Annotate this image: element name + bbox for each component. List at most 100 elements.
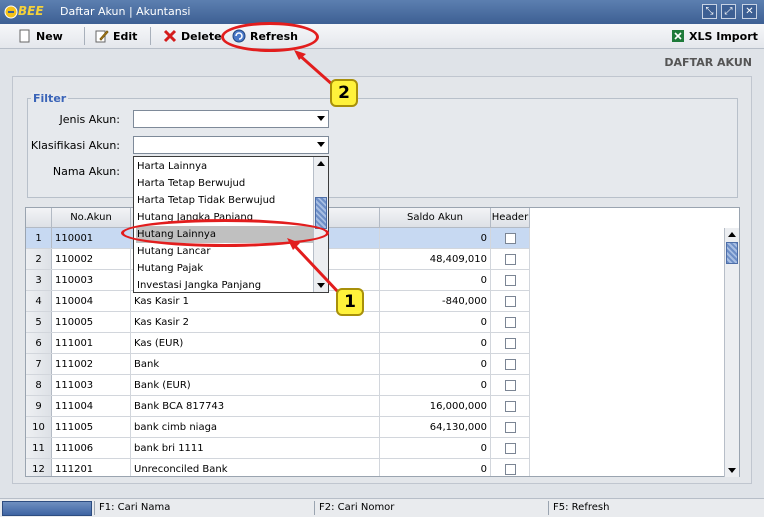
col-rownum-header[interactable] bbox=[26, 208, 52, 228]
cell-header bbox=[490, 416, 530, 438]
cell-no-akun: 111001 bbox=[51, 332, 131, 354]
title-bar: BEE Daftar Akun | Akuntansi ⤡ ⤢ ✕ bbox=[0, 0, 764, 24]
cell-header bbox=[490, 248, 530, 270]
cell-nama-akun: Unreconciled Bank bbox=[130, 458, 380, 476]
header-checkbox[interactable] bbox=[504, 295, 516, 307]
table-row[interactable]: 5 110005 Kas Kasir 20 bbox=[26, 311, 530, 333]
jenis-akun-select[interactable] bbox=[133, 110, 329, 128]
row-number: 12 bbox=[26, 458, 52, 476]
cell-saldo-akun: 0 bbox=[379, 269, 491, 291]
dropdown-option[interactable]: Harta Lainnya bbox=[136, 158, 313, 175]
excel-icon bbox=[671, 29, 685, 43]
dropdown-option[interactable]: Investasi Jangka Panjang bbox=[136, 277, 313, 292]
new-document-icon bbox=[18, 29, 32, 43]
cell-saldo-akun: 0 bbox=[379, 374, 491, 396]
table-row[interactable]: 6 111001 Kas (EUR) 0 bbox=[26, 332, 530, 354]
cell-header bbox=[490, 311, 530, 333]
scroll-thumb[interactable] bbox=[726, 242, 738, 264]
status-f2: F2: Cari Nomor bbox=[314, 501, 394, 515]
dropdown-option[interactable]: Harta Tetap Berwujud bbox=[136, 175, 313, 192]
table-row[interactable]: 8 111003 Bank (EUR) 0 bbox=[26, 374, 530, 396]
cell-header bbox=[490, 395, 530, 417]
new-label: New bbox=[36, 29, 63, 43]
logo-text: BEE bbox=[18, 4, 44, 18]
scroll-down-icon[interactable] bbox=[728, 468, 736, 473]
cell-saldo-akun: 0 bbox=[379, 332, 491, 354]
toolbar: New Edit Delete Refresh XLS Import bbox=[0, 24, 764, 49]
table-row[interactable]: 4 110004 Kas Kasir 1 -840,000 bbox=[26, 290, 530, 312]
new-button[interactable]: New bbox=[18, 27, 63, 45]
header-checkbox[interactable] bbox=[504, 400, 516, 412]
cell-saldo-akun: 0 bbox=[379, 353, 491, 375]
annotation-ellipse-hutang bbox=[121, 219, 329, 247]
status-f1: F1: Cari Nama bbox=[94, 501, 170, 515]
xls-import-button[interactable]: XLS Import bbox=[671, 27, 758, 45]
scroll-down-icon[interactable] bbox=[317, 283, 325, 288]
cell-no-akun: 111005 bbox=[51, 416, 131, 438]
restore-icon[interactable]: ⤡ bbox=[702, 4, 717, 19]
cell-saldo-akun: 16,000,000 bbox=[379, 395, 491, 417]
edit-label: Edit bbox=[113, 29, 138, 43]
cell-saldo-akun: 48,409,010 bbox=[379, 248, 491, 270]
dropdown-option[interactable]: Harta Tetap Tidak Berwujud bbox=[136, 192, 313, 209]
cell-no-akun: 111004 bbox=[51, 395, 131, 417]
header-checkbox[interactable] bbox=[504, 274, 516, 286]
cell-nama-akun: bank cimb niaga bbox=[130, 416, 380, 438]
table-row[interactable]: 9 111004 Bank BCA 817743 16,000,000 bbox=[26, 395, 530, 417]
table-row[interactable]: 7 111002 Bank 0 bbox=[26, 353, 530, 375]
row-number: 5 bbox=[26, 311, 52, 333]
row-number: 1 bbox=[26, 227, 52, 249]
cell-no-akun: 110005 bbox=[51, 311, 131, 333]
table-row[interactable]: 10 111005 bank cimb niaga 64,130,000 bbox=[26, 416, 530, 438]
col-no-akun-header[interactable]: No.Akun bbox=[51, 208, 131, 228]
cell-header bbox=[490, 332, 530, 354]
header-checkbox[interactable] bbox=[504, 253, 516, 265]
header-checkbox[interactable] bbox=[504, 337, 516, 349]
cell-nama-akun: Kas (EUR) bbox=[130, 332, 380, 354]
maximize-icon[interactable]: ⤢ bbox=[721, 4, 736, 19]
klasifikasi-akun-label: Klasifikasi Akun: bbox=[30, 139, 120, 152]
cell-no-akun: 110003 bbox=[51, 269, 131, 291]
cell-no-akun: 111201 bbox=[51, 458, 131, 476]
status-f5: F5: Refresh bbox=[548, 501, 609, 515]
header-checkbox[interactable] bbox=[504, 442, 516, 454]
table-row[interactable]: 11 111006 bank bri 1111 0 bbox=[26, 437, 530, 459]
toolbar-separator bbox=[150, 27, 151, 45]
header-checkbox[interactable] bbox=[504, 379, 516, 391]
row-number: 3 bbox=[26, 269, 52, 291]
scroll-thumb[interactable] bbox=[315, 197, 327, 229]
cell-nama-akun: Bank BCA 817743 bbox=[130, 395, 380, 417]
header-checkbox[interactable] bbox=[504, 463, 516, 475]
cell-nama-akun: Bank bbox=[130, 353, 380, 375]
jenis-akun-label: Jenis Akun: bbox=[59, 113, 120, 126]
close-icon[interactable]: ✕ bbox=[742, 4, 757, 19]
table-row[interactable]: 12 111201 Unreconciled Bank 0 bbox=[26, 458, 530, 476]
delete-button[interactable]: Delete bbox=[163, 27, 222, 45]
header-checkbox[interactable] bbox=[504, 421, 516, 433]
scroll-up-icon[interactable] bbox=[317, 161, 325, 166]
row-number: 10 bbox=[26, 416, 52, 438]
cell-nama-akun: bank bri 1111 bbox=[130, 437, 380, 459]
cell-saldo-akun: 0 bbox=[379, 458, 491, 476]
header-checkbox[interactable] bbox=[504, 316, 516, 328]
scroll-up-icon[interactable] bbox=[728, 232, 736, 237]
page-title: DAFTAR AKUN bbox=[664, 56, 752, 69]
annotation-badge-1: 1 bbox=[336, 288, 364, 316]
header-checkbox[interactable] bbox=[504, 358, 516, 370]
cell-no-akun: 110004 bbox=[51, 290, 131, 312]
dropdown-scrollbar[interactable] bbox=[313, 157, 328, 292]
status-indicator bbox=[2, 501, 92, 516]
row-number: 2 bbox=[26, 248, 52, 270]
xls-import-label: XLS Import bbox=[689, 29, 758, 43]
row-number: 6 bbox=[26, 332, 52, 354]
cell-header bbox=[490, 374, 530, 396]
table-scrollbar[interactable] bbox=[724, 228, 739, 477]
dropdown-option[interactable]: Hutang Pajak bbox=[136, 260, 313, 277]
klasifikasi-akun-select[interactable] bbox=[133, 136, 329, 154]
row-number: 9 bbox=[26, 395, 52, 417]
header-checkbox[interactable] bbox=[504, 232, 516, 244]
col-header-header[interactable]: Header bbox=[490, 208, 530, 228]
col-saldo-akun-header[interactable]: Saldo Akun bbox=[379, 208, 491, 228]
edit-button[interactable]: Edit bbox=[95, 27, 137, 45]
window-title: Daftar Akun | Akuntansi bbox=[60, 5, 191, 18]
